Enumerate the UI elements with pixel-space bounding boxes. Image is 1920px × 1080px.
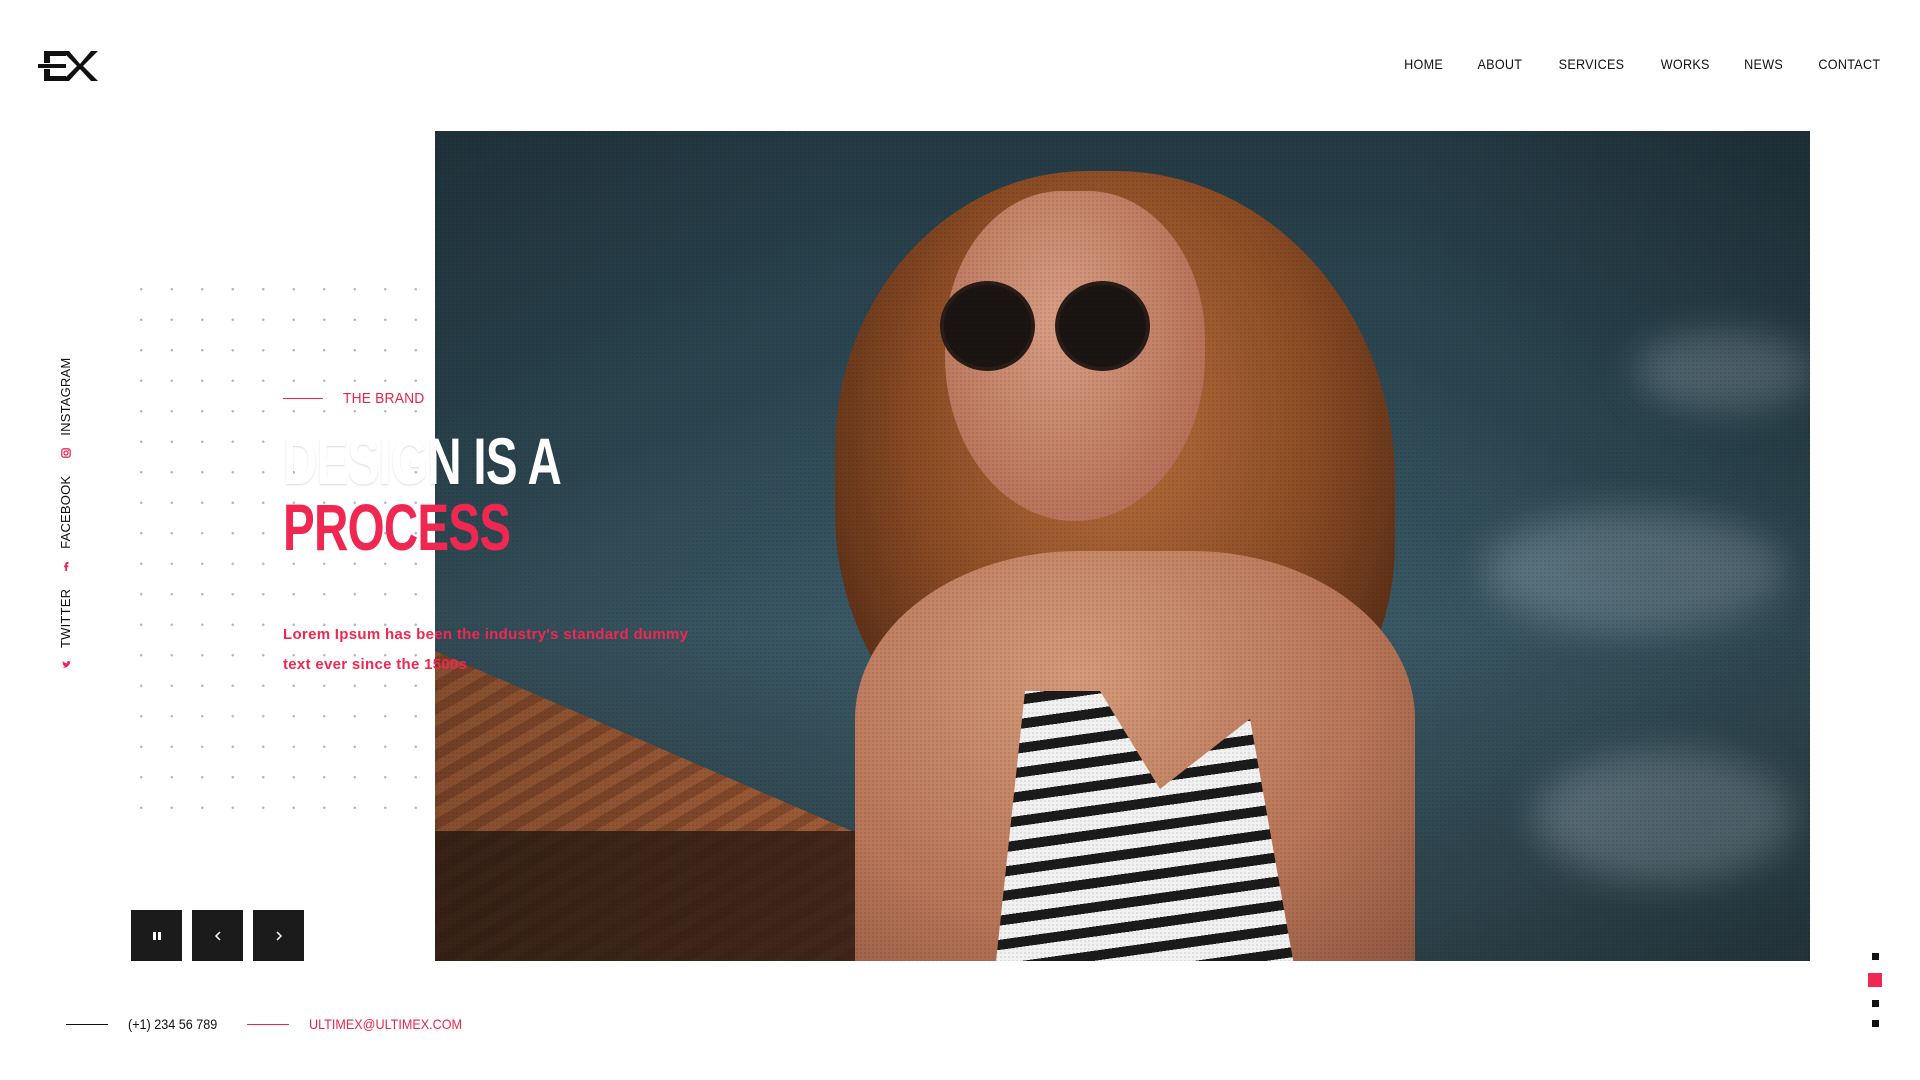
nav-about[interactable]: ABOUT bbox=[1477, 56, 1522, 72]
twitter-icon bbox=[61, 661, 71, 668]
hero-headline: DESIGN IS A PROCESS bbox=[283, 428, 669, 560]
social-facebook-label: FACEBOOK bbox=[58, 475, 73, 549]
main-nav: HOME ABOUT SERVICES WORKS NEWS CONTACT bbox=[1402, 56, 1884, 72]
contact-info: (+1) 234 56 789 ULTIMEX@ULTIMEX.COM bbox=[66, 1016, 479, 1032]
logo[interactable] bbox=[36, 47, 98, 85]
chevron-left-icon bbox=[214, 930, 221, 941]
headline-line-2: PROCESS bbox=[283, 490, 511, 564]
social-facebook[interactable]: FACEBOOK bbox=[58, 476, 73, 571]
nav-contact[interactable]: CONTACT bbox=[1819, 56, 1881, 72]
pause-icon bbox=[152, 931, 161, 940]
tag-line bbox=[283, 398, 323, 399]
hero-tag-label: THE BRAND bbox=[343, 390, 425, 407]
nav-home[interactable]: HOME bbox=[1404, 56, 1443, 72]
pagination-dot[interactable] bbox=[1871, 1000, 1879, 1007]
slide-pagination bbox=[1868, 953, 1882, 1027]
chevron-right-icon bbox=[275, 930, 282, 941]
pagination-dot[interactable] bbox=[1871, 1020, 1879, 1027]
prev-slide-button[interactable] bbox=[192, 910, 243, 961]
pagination-dot[interactable] bbox=[1871, 953, 1879, 960]
social-instagram-label: INSTAGRAM bbox=[58, 357, 73, 436]
social-links: TWITTER FACEBOOK INSTAGRAM bbox=[50, 358, 80, 670]
logo-mark bbox=[38, 51, 98, 81]
pagination-dot-active[interactable] bbox=[1868, 973, 1882, 987]
email-link[interactable]: ULTIMEX@ULTIMEX.COM bbox=[309, 1016, 462, 1032]
next-slide-button[interactable] bbox=[253, 910, 304, 961]
instagram-icon bbox=[60, 447, 71, 458]
facebook-icon bbox=[63, 561, 68, 571]
social-instagram[interactable]: INSTAGRAM bbox=[58, 358, 73, 458]
pause-button[interactable] bbox=[131, 910, 182, 961]
divider-line bbox=[247, 1023, 290, 1025]
phone-number[interactable]: (+1) 234 56 789 bbox=[128, 1016, 217, 1032]
social-twitter[interactable]: TWITTER bbox=[58, 589, 73, 670]
nav-works[interactable]: WORKS bbox=[1660, 56, 1709, 72]
hero-description: Lorem Ipsum has been the industry's stan… bbox=[283, 626, 689, 673]
divider-line bbox=[66, 1023, 108, 1025]
social-twitter-label: TWITTER bbox=[58, 588, 73, 648]
nav-news[interactable]: NEWS bbox=[1744, 56, 1783, 72]
hero-tag: THE BRAND bbox=[283, 390, 431, 407]
headline-line-1: DESIGN IS A bbox=[283, 424, 562, 498]
slider-controls bbox=[131, 910, 304, 961]
nav-services[interactable]: SERVICES bbox=[1558, 56, 1624, 72]
